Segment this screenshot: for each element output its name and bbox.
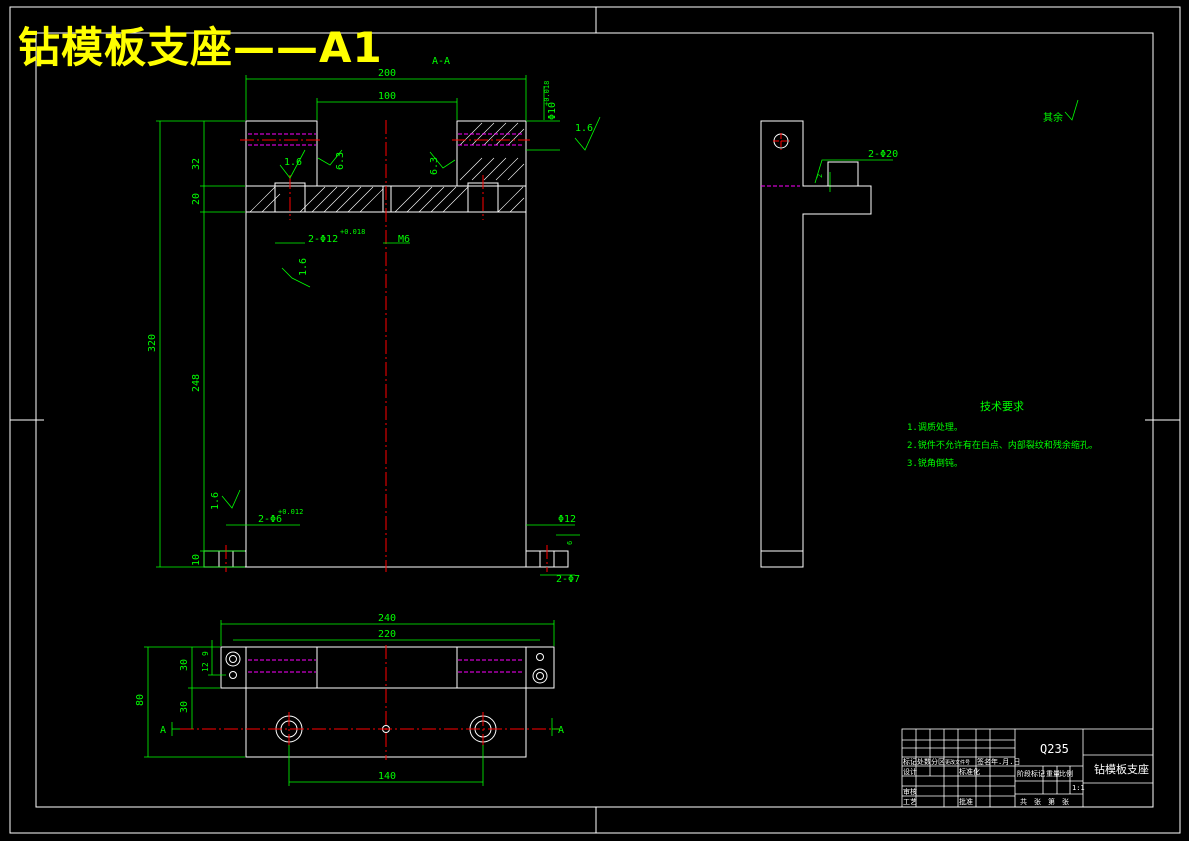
roughness-6-3-a: 6.3: [335, 152, 346, 170]
dim-cbore-12: Φ12: [558, 514, 576, 525]
dim-hole-2-12-tol: +0.018: [340, 228, 365, 236]
dim-100: 100: [378, 91, 396, 102]
dim-plan-30b: 30: [179, 701, 190, 713]
side-view: [760, 120, 872, 568]
inner-frame: [35, 32, 1154, 808]
dim-plan-12: 12: [201, 662, 210, 672]
dim-side-2-20: 2-Φ20: [868, 149, 898, 160]
title-block-process: 工艺: [903, 798, 917, 806]
tech-req-item-1: 1.调质处理。: [907, 421, 963, 433]
title-block-count: 处数: [917, 757, 931, 766]
title-block-stage: 阶段标记: [1017, 769, 1045, 778]
leader-lines-front: [543, 86, 893, 192]
section-label-aa: A-A: [432, 56, 450, 67]
tech-req-heading: 技术要求: [980, 400, 1024, 413]
title-block-ratio: 比例: [1059, 769, 1073, 778]
view-marker-left: A: [160, 725, 166, 736]
title-block-weight: 重量: [1046, 770, 1060, 778]
dim-plan-9: 9: [201, 651, 210, 656]
title-block-sheets: 共 张 第 张: [1020, 797, 1069, 806]
roughness-6-3-b: 6.3: [429, 157, 440, 175]
centerlines-plan: [180, 645, 560, 760]
dim-320: 320: [147, 334, 158, 352]
dim-20: 20: [191, 193, 202, 205]
dim-plan-240: 240: [378, 613, 396, 624]
plan-view: [220, 646, 555, 758]
tech-req-item-2: 2.锐件不允许有在白点、内部裂纹和残余缩孔。: [907, 439, 1098, 451]
title-block-approve: 批准: [959, 797, 973, 806]
dim-hole-2-6-tol: +0.012: [278, 508, 303, 516]
roughness-rest: 其余: [1043, 111, 1063, 124]
dim-depth-6: 6: [566, 541, 574, 545]
dim-plan-140: 140: [378, 771, 396, 782]
title-block-review: 审核: [903, 787, 917, 796]
roughness-1-6-d: 1.6: [210, 492, 221, 510]
dim-thread-m6: M6: [398, 234, 410, 245]
title-block-standard: 标准化: [959, 767, 980, 776]
drawing-sheet: 200 100 A-A 320 32 20 248 10 Φ10 +0.018 …: [9, 6, 1181, 834]
dim-side-2: 2: [816, 174, 824, 178]
tech-req-item-3: 3.锐角倒钝。: [907, 457, 963, 469]
dim-hole-2-12: 2-Φ12: [308, 234, 338, 245]
plan-dimension-lines: [144, 620, 560, 786]
roughness-1-6-b: 1.6: [575, 123, 593, 134]
title-block-material: Q235: [1040, 742, 1069, 756]
title-block-mark: 标记: [903, 757, 917, 766]
title-block-design: 设计: [903, 767, 917, 776]
title-block-zone: 分区: [931, 757, 945, 766]
title-block-date: 年.月.日: [991, 757, 1020, 766]
title-block-change-doc: 更改文件号: [945, 759, 970, 766]
dim-plan-30a: 30: [179, 659, 190, 671]
dim-hole-2-7: 2-Φ7: [556, 574, 580, 585]
dim-248: 248: [191, 374, 202, 392]
drawing-title-banner: 钻模板支座——A1: [18, 23, 383, 72]
title-block-scale: 1:1: [1072, 784, 1085, 792]
dim-10: 10: [191, 554, 202, 566]
dim-32: 32: [191, 158, 202, 170]
title-block-part-name: 钻模板支座: [1094, 762, 1149, 776]
dim-plan-220: 220: [378, 629, 396, 640]
roughness-1-6-a: 1.6: [284, 157, 302, 168]
dim-bore-10-tol: +0.018: [543, 81, 551, 106]
view-marker-right: A: [558, 725, 564, 736]
roughness-1-6-c: 1.6: [298, 258, 309, 276]
dim-plan-80: 80: [135, 694, 146, 706]
title-block-sign: 签名: [977, 757, 991, 766]
centerlines-side: [773, 133, 790, 150]
